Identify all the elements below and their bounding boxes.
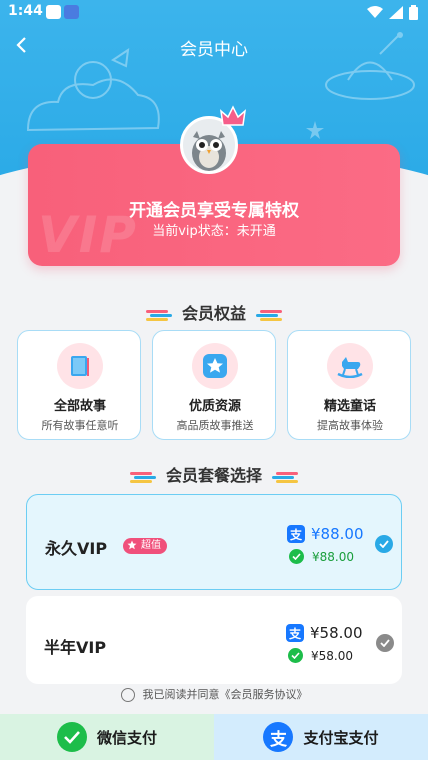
benefit-title: 全部故事 (53, 399, 106, 414)
alipay-icon: 支 (287, 525, 305, 543)
agreement-checkbox[interactable] (120, 688, 135, 702)
benefit-card-all-stories: 全部故事 所有故事任意听 (17, 330, 141, 440)
benefits-section-title: 会员权益 (0, 300, 428, 324)
unselected-check-icon (376, 634, 394, 652)
package-name: 永久VIP (45, 539, 108, 558)
alipay-pay-label: 支付宝支付 (303, 728, 379, 747)
benefit-title: 优质资源 (188, 399, 241, 414)
wechat-pay-label: 微信支付 (96, 728, 157, 747)
wechat-price: ¥88.00 (312, 549, 354, 564)
selected-check-icon (375, 535, 393, 553)
wifi-icon (367, 6, 383, 18)
wechat-icon (288, 648, 303, 663)
benefit-card-selected-fairytales: 精选童话 提高故事体验 (287, 330, 411, 440)
benefit-card-quality-resources: 优质资源 高品质故事推送 (152, 330, 276, 440)
stripes-decoration (270, 471, 298, 483)
benefit-subtitle: 提高故事体验 (317, 419, 383, 432)
agreement-text: 我已阅读并同意《会员服务协议》 (142, 688, 308, 701)
notification-icon (64, 5, 79, 19)
package-option-half-year-vip[interactable]: 半年VIP 支 ¥58.00 ¥58.00 (26, 596, 402, 684)
crown-icon (220, 105, 246, 126)
star-decoration (306, 121, 324, 139)
alipay-price-row: 支 ¥88.00 (287, 525, 364, 543)
battery-icon (409, 5, 418, 20)
stripes-decoration (129, 471, 158, 483)
benefit-subtitle: 所有故事任意听 (41, 419, 119, 432)
package-name: 半年VIP (44, 638, 107, 657)
stripes-decoration (145, 309, 174, 321)
packages-title-text: 会员套餐选择 (165, 466, 262, 485)
benefits-title-text: 会员权益 (181, 304, 246, 323)
wechat-icon (289, 549, 304, 564)
alipay-icon: 支 (286, 624, 304, 642)
wechat-price-row: ¥88.00 (287, 549, 354, 564)
notification-icon (46, 5, 61, 19)
alipay-pay-button[interactable]: 支 支付宝支付 (214, 714, 428, 760)
agreement-row[interactable]: 我已阅读并同意《会员服务协议》 (0, 686, 428, 708)
wechat-price: ¥58.00 (311, 648, 353, 663)
package-option-lifetime-vip[interactable]: 永久VIP 超值 支 ¥88.00 ¥88.00 (26, 494, 402, 590)
rocking-horse-icon (337, 357, 363, 378)
page-title: 会员中心 (180, 40, 248, 60)
value-badge: 超值 (123, 538, 167, 554)
badge-text: 超值 (141, 540, 161, 551)
status-bar: 1:44 (0, 0, 428, 24)
star-icon (203, 354, 227, 378)
wechat-pay-button[interactable]: 微信支付 (0, 714, 214, 760)
status-time: 1:44 (8, 3, 43, 19)
alipay-price: ¥58.00 (310, 624, 363, 642)
packages-section-title: 会员套餐选择 (0, 462, 428, 486)
signal-icon (389, 6, 403, 19)
stripes-decoration (254, 309, 282, 321)
alipay-icon: 支 (263, 722, 294, 752)
benefit-title: 精选童话 (323, 399, 376, 414)
star-icon (127, 540, 137, 550)
alipay-price-row: 支 ¥58.00 (286, 624, 363, 642)
nav-bar: 会员中心 (0, 28, 428, 64)
book-icon (71, 356, 89, 376)
alipay-price: ¥88.00 (311, 525, 364, 543)
wechat-price-row: ¥58.00 (286, 648, 353, 663)
wechat-icon (56, 722, 87, 752)
vip-status-text: 当前vip状态：未开通 (152, 224, 276, 239)
benefit-subtitle: 高品质故事推送 (176, 419, 254, 432)
vip-card-title: 开通会员享受专属特权 (129, 201, 299, 221)
